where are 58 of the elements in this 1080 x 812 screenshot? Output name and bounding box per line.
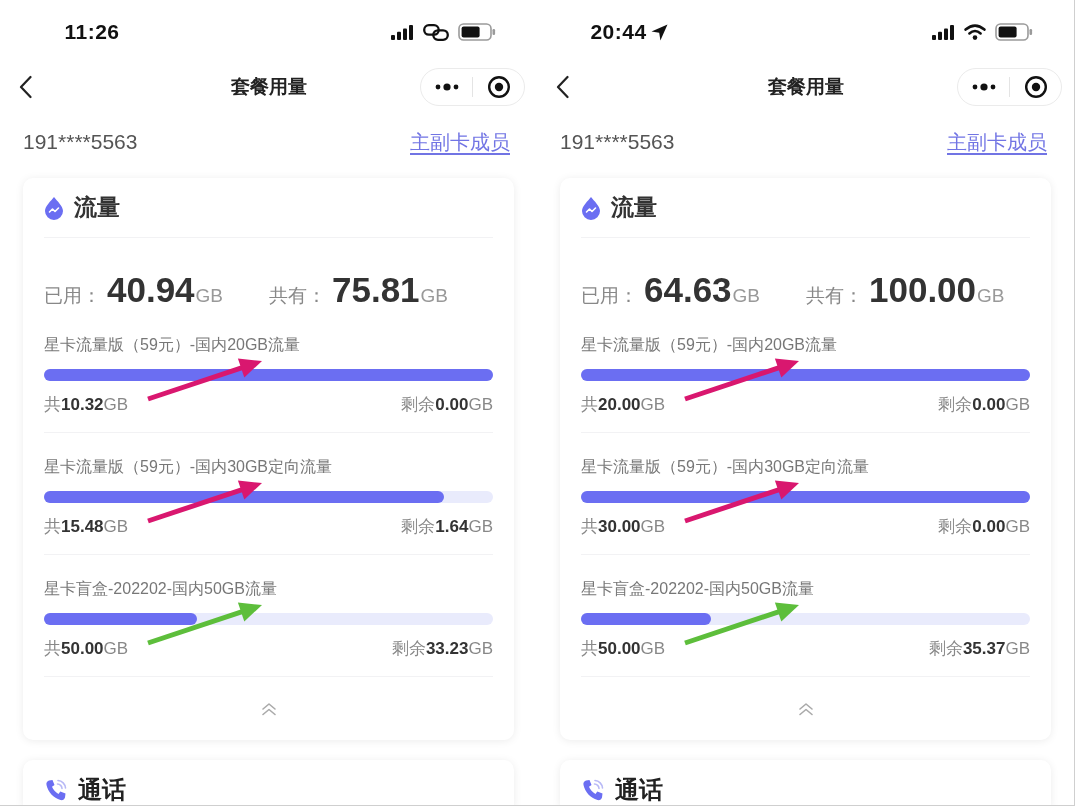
plan-remaining: 剩余0.00GB <box>401 394 493 416</box>
plan-remaining: 剩余1.64GB <box>401 516 493 538</box>
total-value: 100.00 <box>869 272 977 308</box>
plan-name: 星卡盲盒-202202-国内50GB流量 <box>44 579 277 599</box>
link-icon <box>423 23 449 41</box>
page-title: 套餐用量 <box>767 74 844 99</box>
card-title: 流量 <box>611 193 657 223</box>
phone-number: 191****5563 <box>560 129 675 156</box>
status-time: 11:26 <box>64 19 120 46</box>
used-value: 64.63 <box>644 272 732 308</box>
plan-total: 共50.00GB <box>581 638 666 660</box>
back-icon[interactable] <box>556 75 569 99</box>
card-title: 通话 <box>78 775 126 805</box>
plan-name: 星卡流量版（59元）-国内20GB流量 <box>581 335 838 355</box>
plan-total: 共50.00GB <box>44 638 129 660</box>
members-link[interactable]: 主副卡成员 <box>947 127 1047 157</box>
phone-number: 191****5563 <box>23 129 138 156</box>
card-title: 通话 <box>615 775 663 805</box>
drop-icon <box>44 195 64 220</box>
plan-total: 共15.48GB <box>44 516 129 538</box>
total-value: 75.81 <box>332 272 420 308</box>
plan-name: 星卡盲盒-202202-国内50GB流量 <box>581 579 814 599</box>
plan-name: 星卡流量版（59元）-国内30GB定向流量 <box>581 457 870 477</box>
plan-remaining: 剩余0.00GB <box>938 394 1030 416</box>
plan-total: 共20.00GB <box>581 394 666 416</box>
card-title: 流量 <box>74 193 120 223</box>
plan-remaining: 剩余35.37GB <box>928 638 1030 660</box>
battery-icon <box>995 23 1033 41</box>
used-unit: GB <box>195 284 224 308</box>
plan-total: 共10.32GB <box>44 394 129 416</box>
plan-name: 星卡流量版（59元）-国内20GB流量 <box>44 335 301 355</box>
target-icon[interactable] <box>486 75 511 99</box>
plan-total: 共30.00GB <box>581 516 666 538</box>
plan-remaining: 剩余33.23GB <box>391 638 493 660</box>
total-unit: GB <box>420 284 449 308</box>
status-time: 20:44 <box>590 19 647 46</box>
used-value: 40.94 <box>107 272 195 308</box>
battery-icon <box>458 23 496 41</box>
members-link[interactable]: 主副卡成员 <box>410 127 510 157</box>
plan-name: 星卡流量版（59元）-国内30GB定向流量 <box>44 457 333 477</box>
target-icon[interactable] <box>1023 75 1048 99</box>
wifi-icon <box>964 24 986 40</box>
used-label: 已用： <box>44 284 101 308</box>
used-label: 已用： <box>581 284 638 308</box>
total-label: 共有： <box>806 284 863 308</box>
page-title: 套餐用量 <box>230 74 307 99</box>
signal-icon <box>391 24 414 40</box>
used-unit: GB <box>732 284 761 308</box>
total-label: 共有： <box>269 284 326 308</box>
back-icon[interactable] <box>19 75 32 99</box>
phone-icon <box>581 778 605 802</box>
plan-remaining: 剩余0.00GB <box>938 516 1030 538</box>
more-icon[interactable] <box>434 83 459 91</box>
drop-icon <box>581 195 601 220</box>
signal-icon <box>932 24 955 40</box>
phone-icon <box>44 778 68 802</box>
more-icon[interactable] <box>971 83 996 91</box>
total-unit: GB <box>977 284 1005 308</box>
